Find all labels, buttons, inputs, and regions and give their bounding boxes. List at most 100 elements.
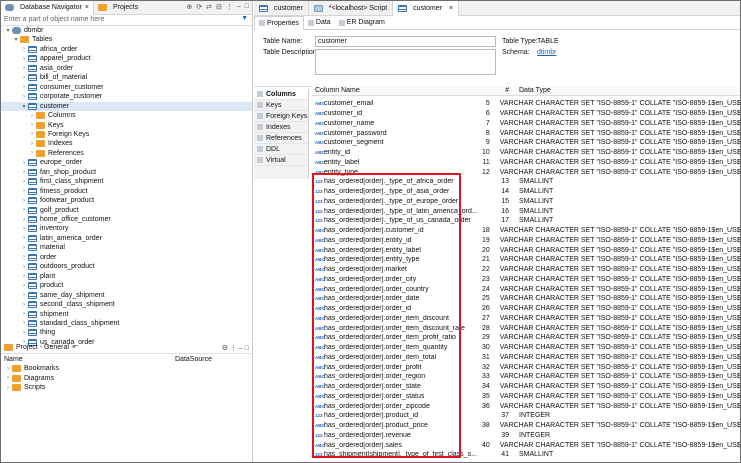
tree-item[interactable]: › Indexes xyxy=(1,139,252,148)
expand-toggle-icon[interactable]: › xyxy=(20,273,28,279)
subtab-er-diagram[interactable]: ER Diagram xyxy=(335,16,389,30)
header-column-name[interactable]: Column Name xyxy=(312,87,498,94)
tab-projects[interactable]: Projects xyxy=(94,1,142,15)
project-item[interactable]: › Diagrams xyxy=(1,374,54,383)
expand-toggle-icon[interactable]: › xyxy=(4,385,12,391)
tree-item[interactable]: › fan_shop_product xyxy=(1,168,252,177)
expand-toggle-icon[interactable]: › xyxy=(20,254,28,260)
expand-toggle-icon[interactable]: › xyxy=(28,150,36,156)
collapse-icon[interactable]: ⊟ xyxy=(216,3,222,11)
tree-item[interactable]: › home_office_customer xyxy=(1,215,252,224)
tree-item[interactable]: › fitness_product xyxy=(1,187,252,196)
close-icon[interactable]: × xyxy=(449,5,453,12)
side-nav-columns[interactable]: Columns xyxy=(254,89,308,100)
expand-toggle-icon[interactable]: › xyxy=(20,283,28,289)
expand-toggle-icon[interactable]: › xyxy=(28,113,36,119)
expand-toggle-icon[interactable]: › xyxy=(20,235,28,241)
tree-item[interactable]: › References xyxy=(1,149,252,158)
filter-icon[interactable]: ▼ xyxy=(241,15,248,22)
connect-icon[interactable]: ⊕ xyxy=(186,3,192,11)
side-nav-keys[interactable]: Keys xyxy=(254,100,308,111)
expand-toggle-icon[interactable]: › xyxy=(20,264,28,270)
tree-item[interactable]: › first_class_shipment xyxy=(1,177,252,186)
expand-toggle-icon[interactable]: › xyxy=(20,330,28,336)
expand-toggle-icon[interactable]: › xyxy=(20,160,28,166)
table-row[interactable]: ABC customer_password 8 VARCHAR CHARACTER S… xyxy=(312,128,740,138)
close-icon[interactable]: × xyxy=(85,4,89,11)
editor-tab-customer-active[interactable]: customer × xyxy=(393,0,460,16)
tree-item[interactable]: ▾ customer xyxy=(1,101,252,111)
expand-toggle-icon[interactable]: › xyxy=(20,292,28,298)
tree-item[interactable]: › order xyxy=(1,253,252,262)
expand-toggle-icon[interactable]: › xyxy=(20,320,28,326)
tree-item[interactable]: › shipment xyxy=(1,310,252,319)
expand-toggle-icon[interactable]: › xyxy=(28,122,36,128)
side-nav-ddl[interactable]: DDL xyxy=(254,144,308,155)
subtab-properties[interactable]: Properties xyxy=(254,15,304,30)
side-nav-references[interactable]: References xyxy=(254,133,308,144)
expand-toggle-icon[interactable]: › xyxy=(20,75,28,81)
expand-toggle-icon[interactable]: › xyxy=(20,198,28,204)
tree-item[interactable]: › latin_america_order xyxy=(1,234,252,243)
table-row[interactable]: ABC customer_segment 9 VARCHAR CHARACTER SE… xyxy=(312,138,740,148)
expand-toggle-icon[interactable]: › xyxy=(20,169,28,175)
expand-toggle-icon[interactable]: › xyxy=(20,245,28,251)
refresh-icon[interactable]: ⟳ xyxy=(196,3,202,11)
tree-item[interactable]: › Columns xyxy=(1,111,252,120)
side-nav-foreign-keys[interactable]: Foreign Keys xyxy=(254,111,308,122)
tree-item[interactable]: › Foreign Keys xyxy=(1,130,252,139)
expand-toggle-icon[interactable]: › xyxy=(4,375,12,381)
tree-item[interactable]: › standard_class_shipment xyxy=(1,319,252,328)
tree-item[interactable]: › golf_product xyxy=(1,206,252,215)
expand-toggle-icon[interactable]: › xyxy=(20,188,28,194)
tree-item[interactable]: ▾ dtimbr xyxy=(1,26,252,35)
header-data-type[interactable]: Data Type xyxy=(509,87,551,94)
tree-item[interactable]: › plant xyxy=(1,272,252,281)
table-row[interactable]: ABC customer_id 6 VARCHAR CHARACTER SET "IS… xyxy=(312,109,740,119)
side-nav-virtual[interactable]: Virtual xyxy=(254,155,308,166)
side-nav-indexes[interactable]: Indexes xyxy=(254,122,308,133)
expand-toggle-icon[interactable]: › xyxy=(20,65,28,71)
expand-toggle-icon[interactable]: › xyxy=(20,226,28,232)
expand-toggle-icon[interactable]: › xyxy=(20,84,28,90)
expand-toggle-icon[interactable]: › xyxy=(20,179,28,185)
table-row[interactable]: ABC customer_name 7 VARCHAR CHARACTER SET "… xyxy=(312,119,740,129)
project-toolbar-icons[interactable]: ⚙ ⋮ – □ xyxy=(222,344,249,352)
tree-item[interactable]: › outdoors_product xyxy=(1,262,252,271)
tree-item[interactable]: › europe_order xyxy=(1,158,252,167)
tree-item[interactable]: › footwear_product xyxy=(1,196,252,205)
table-name-input[interactable]: customer xyxy=(315,36,496,47)
project-item[interactable]: › Scripts xyxy=(1,383,45,392)
tree-item[interactable]: › same_day_shipment xyxy=(1,291,252,300)
expand-toggle-icon[interactable]: › xyxy=(28,131,36,137)
tree-item[interactable]: › bill_of_material xyxy=(1,73,252,82)
expand-toggle-icon[interactable]: › xyxy=(20,56,28,62)
tree-item[interactable]: › material xyxy=(1,243,252,252)
table-row[interactable]: ABC entity_id 10 VARCHAR CHARACTER SET "ISO… xyxy=(312,148,740,158)
subtab-data[interactable]: Data xyxy=(304,16,335,30)
expand-toggle-icon[interactable]: › xyxy=(4,366,12,372)
tree-item[interactable]: › Keys xyxy=(1,121,252,130)
editor-tab-script[interactable]: *<localhost> Script xyxy=(309,0,394,16)
tree-item[interactable]: › product xyxy=(1,281,252,290)
tree-item[interactable]: › consumer_customer xyxy=(1,83,252,92)
expand-toggle-icon[interactable]: › xyxy=(20,311,28,317)
expand-toggle-icon[interactable]: ▾ xyxy=(4,27,12,34)
project-item[interactable]: › Bookmarks xyxy=(1,364,59,373)
minimize-icon[interactable]: – xyxy=(237,3,241,11)
editor-tab-customer[interactable]: customer xyxy=(254,0,309,16)
link-icon[interactable]: ⇄ xyxy=(206,3,212,11)
schema-link[interactable]: dtimbr xyxy=(537,49,556,56)
expand-toggle-icon[interactable]: ▾ xyxy=(12,36,20,43)
close-icon[interactable]: × xyxy=(72,344,76,351)
tree-item[interactable]: › thing xyxy=(1,328,252,337)
table-row[interactable]: ABC customer_email 5 VARCHAR CHARACTER SET … xyxy=(312,99,740,109)
tree-item[interactable]: › inventory xyxy=(1,224,252,233)
expand-toggle-icon[interactable]: › xyxy=(28,141,36,147)
expand-toggle-icon[interactable]: › xyxy=(20,207,28,213)
expand-toggle-icon[interactable]: ▾ xyxy=(20,103,28,110)
menu-icon[interactable]: ⋮ xyxy=(226,3,233,11)
expand-toggle-icon[interactable]: › xyxy=(20,46,28,52)
table-description-input[interactable] xyxy=(315,49,496,75)
expand-toggle-icon[interactable]: › xyxy=(20,94,28,100)
